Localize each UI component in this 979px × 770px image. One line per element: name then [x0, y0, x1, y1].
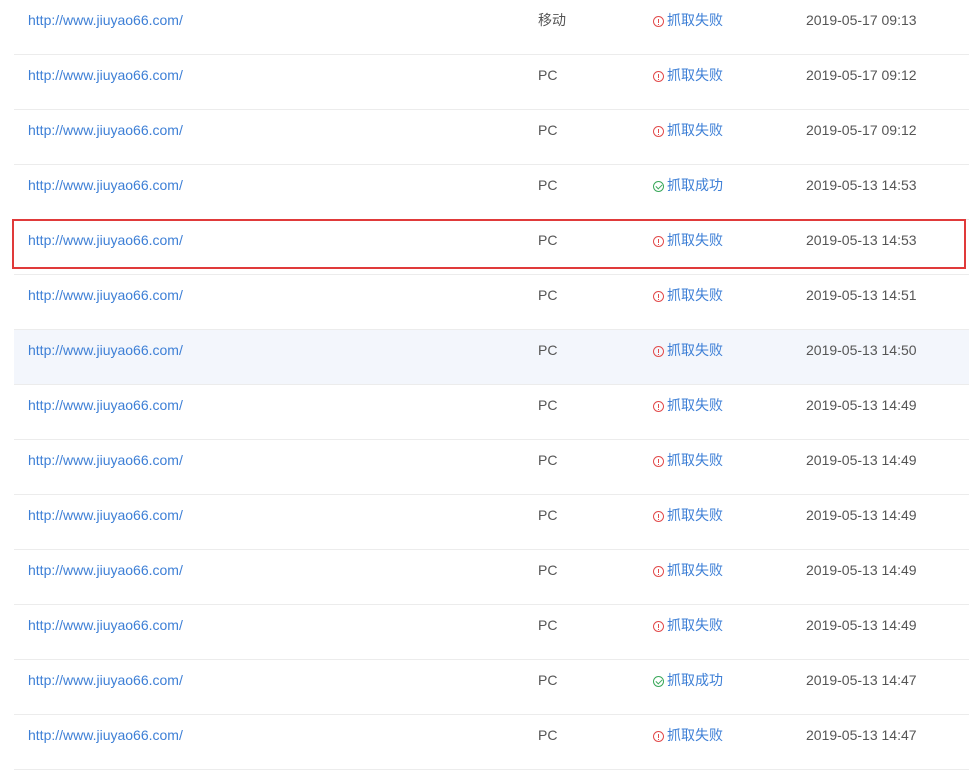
- crawl-time: 2019-05-17 09:13: [806, 12, 917, 28]
- status-label: 抓取成功: [667, 672, 723, 688]
- status-link[interactable]: 抓取失败: [653, 330, 723, 384]
- status-label: 抓取失败: [667, 12, 723, 28]
- status-label: 抓取失败: [667, 452, 723, 468]
- crawl-time: 2019-05-13 14:47: [806, 727, 917, 743]
- exclamation-circle-icon: [653, 236, 664, 247]
- exclamation-circle-icon: [653, 291, 664, 302]
- user-agent: PC: [538, 562, 558, 578]
- status-link[interactable]: 抓取失败: [653, 605, 723, 659]
- status-label: 抓取失败: [667, 617, 723, 633]
- status-link[interactable]: 抓取失败: [653, 275, 723, 329]
- exclamation-circle-icon: [653, 71, 664, 82]
- user-agent: PC: [538, 122, 558, 138]
- crawl-time: 2019-05-17 09:12: [806, 67, 917, 83]
- status-link[interactable]: 抓取失败: [653, 440, 723, 494]
- url-link[interactable]: http://www.jiuyao66.com/: [28, 605, 183, 659]
- status-label: 抓取失败: [667, 232, 723, 248]
- exclamation-circle-icon: [653, 401, 664, 412]
- exclamation-circle-icon: [653, 621, 664, 632]
- url-link[interactable]: http://www.jiuyao66.com/: [28, 110, 183, 164]
- table-row: http://www.jiuyao66.com/ PC 抓取失败 2019-05…: [14, 55, 969, 110]
- url-link[interactable]: http://www.jiuyao66.com/: [28, 660, 183, 714]
- exclamation-circle-icon: [653, 566, 664, 577]
- crawl-time: 2019-05-13 14:53: [806, 232, 917, 248]
- check-circle-icon: [653, 181, 664, 192]
- status-label: 抓取失败: [667, 507, 723, 523]
- url-link[interactable]: http://www.jiuyao66.com/: [28, 275, 183, 329]
- crawl-time: 2019-05-17 09:12: [806, 122, 917, 138]
- status-label: 抓取失败: [667, 342, 723, 358]
- user-agent: PC: [538, 177, 558, 193]
- table-row: http://www.jiuyao66.com/ PC 抓取失败 2019-05…: [14, 495, 969, 550]
- status-link[interactable]: 抓取失败: [653, 0, 723, 54]
- user-agent: PC: [538, 397, 558, 413]
- url-link[interactable]: http://www.jiuyao66.com/: [28, 385, 183, 439]
- status-label: 抓取失败: [667, 727, 723, 743]
- url-link[interactable]: http://www.jiuyao66.com/: [28, 0, 183, 54]
- status-link[interactable]: 抓取失败: [653, 715, 723, 769]
- user-agent: PC: [538, 287, 558, 303]
- exclamation-circle-icon: [653, 16, 664, 27]
- user-agent: PC: [538, 617, 558, 633]
- status-label: 抓取失败: [667, 562, 723, 578]
- status-link[interactable]: 抓取成功: [653, 660, 723, 714]
- table-row: http://www.jiuyao66.com/ PC 抓取失败 2019-05…: [14, 275, 969, 330]
- status-link[interactable]: 抓取失败: [653, 220, 723, 274]
- status-link[interactable]: 抓取失败: [653, 385, 723, 439]
- user-agent: PC: [538, 342, 558, 358]
- crawl-time: 2019-05-13 14:51: [806, 287, 917, 303]
- crawl-time: 2019-05-13 14:49: [806, 397, 917, 413]
- url-link[interactable]: http://www.jiuyao66.com/: [28, 440, 183, 494]
- table-row: http://www.jiuyao66.com/ PC 抓取成功 2019-05…: [14, 165, 969, 220]
- table-row: http://www.jiuyao66.com/ PC 抓取失败 2019-05…: [14, 440, 969, 495]
- status-link[interactable]: 抓取失败: [653, 110, 723, 164]
- exclamation-circle-icon: [653, 731, 664, 742]
- user-agent: 移动: [538, 12, 566, 28]
- table-row: http://www.jiuyao66.com/ PC 抓取失败 2019-05…: [14, 715, 969, 770]
- table-row: http://www.jiuyao66.com/ PC 抓取失败 2019-05…: [14, 330, 969, 385]
- status-label: 抓取失败: [667, 122, 723, 138]
- url-link[interactable]: http://www.jiuyao66.com/: [28, 165, 183, 219]
- table-row: http://www.jiuyao66.com/ PC 抓取失败 2019-05…: [14, 550, 969, 605]
- exclamation-circle-icon: [653, 456, 664, 467]
- status-label: 抓取失败: [667, 397, 723, 413]
- user-agent: PC: [538, 452, 558, 468]
- status-link[interactable]: 抓取失败: [653, 55, 723, 109]
- crawl-time: 2019-05-13 14:49: [806, 452, 917, 468]
- exclamation-circle-icon: [653, 346, 664, 357]
- url-link[interactable]: http://www.jiuyao66.com/: [28, 715, 183, 769]
- url-link[interactable]: http://www.jiuyao66.com/: [28, 330, 183, 384]
- url-link[interactable]: http://www.jiuyao66.com/: [28, 55, 183, 109]
- crawl-time: 2019-05-13 14:53: [806, 177, 917, 193]
- check-circle-icon: [653, 676, 664, 687]
- url-link[interactable]: http://www.jiuyao66.com/: [28, 550, 183, 604]
- status-label: 抓取成功: [667, 177, 723, 193]
- user-agent: PC: [538, 672, 558, 688]
- table-row: http://www.jiuyao66.com/ PC 抓取失败 2019-05…: [14, 110, 969, 165]
- user-agent: PC: [538, 232, 558, 248]
- status-link[interactable]: 抓取失败: [653, 495, 723, 549]
- table-row: http://www.jiuyao66.com/ PC 抓取失败 2019-05…: [14, 605, 969, 660]
- status-link[interactable]: 抓取成功: [653, 165, 723, 219]
- user-agent: PC: [538, 727, 558, 743]
- table-row: http://www.jiuyao66.com/ PC 抓取成功 2019-05…: [14, 660, 969, 715]
- url-link[interactable]: http://www.jiuyao66.com/: [28, 220, 183, 274]
- exclamation-circle-icon: [653, 511, 664, 522]
- exclamation-circle-icon: [653, 126, 664, 137]
- url-link[interactable]: http://www.jiuyao66.com/: [28, 495, 183, 549]
- table-row: http://www.jiuyao66.com/ PC 抓取失败 2019-05…: [14, 220, 969, 275]
- crawl-time: 2019-05-13 14:50: [806, 342, 917, 358]
- user-agent: PC: [538, 67, 558, 83]
- crawl-time: 2019-05-13 14:49: [806, 507, 917, 523]
- crawl-history-table: http://www.jiuyao66.com/ 移动 抓取失败 2019-05…: [14, 0, 969, 770]
- crawl-time: 2019-05-13 14:49: [806, 562, 917, 578]
- crawl-time: 2019-05-13 14:49: [806, 617, 917, 633]
- table-row: http://www.jiuyao66.com/ PC 抓取失败 2019-05…: [14, 385, 969, 440]
- status-label: 抓取失败: [667, 287, 723, 303]
- status-link[interactable]: 抓取失败: [653, 550, 723, 604]
- crawl-time: 2019-05-13 14:47: [806, 672, 917, 688]
- table-row: http://www.jiuyao66.com/ 移动 抓取失败 2019-05…: [14, 0, 969, 55]
- user-agent: PC: [538, 507, 558, 523]
- status-label: 抓取失败: [667, 67, 723, 83]
